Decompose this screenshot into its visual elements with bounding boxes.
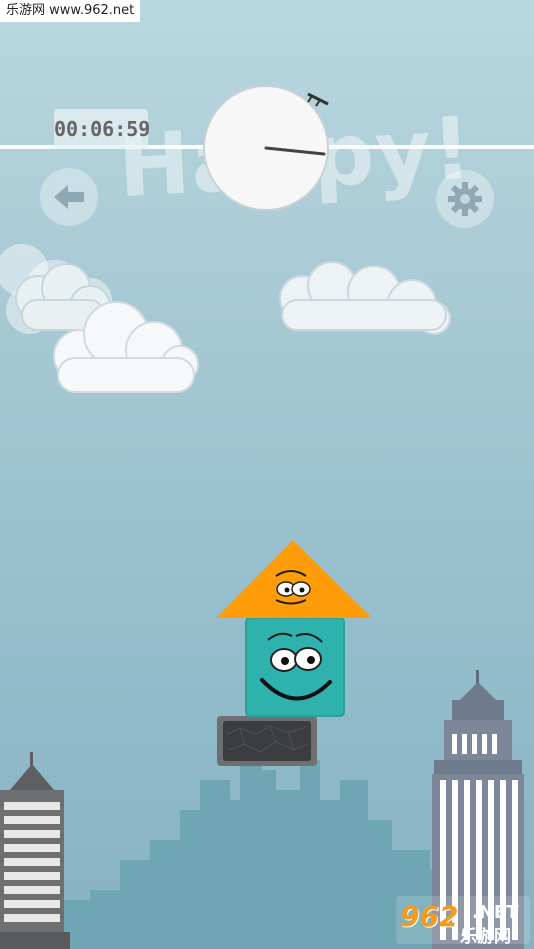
site-watermark: 乐游网 www.962.net: [0, 0, 141, 22]
teal-square-block[interactable]: [245, 617, 345, 717]
brand-badge: 962 .NET 乐游网: [396, 896, 530, 947]
block-stack: [216, 540, 372, 766]
brand-number: 962: [400, 900, 459, 933]
brand-text: 乐游网: [460, 927, 511, 947]
stone-block[interactable]: [217, 716, 317, 766]
orange-triangle-block[interactable]: [216, 540, 372, 618]
game-scene: 乐游网 www.962.net Happy! 00:06:59: [0, 0, 534, 949]
brand-suffix: .NET: [472, 902, 519, 923]
